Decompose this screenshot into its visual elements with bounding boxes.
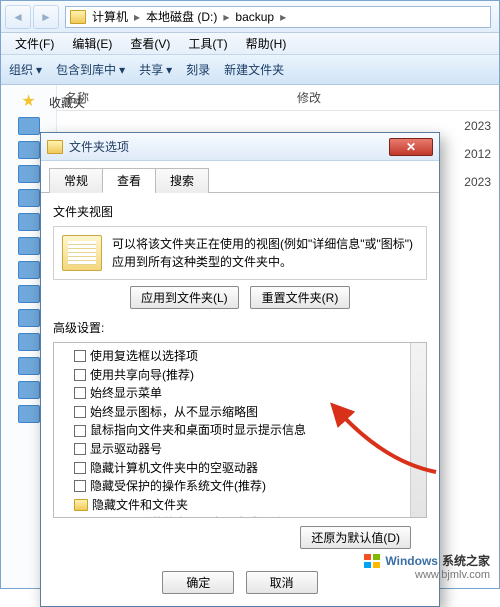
tabs: 常规 查看 搜索 (41, 161, 439, 193)
breadcrumb-sep-icon: ▸ (223, 10, 229, 24)
address-bar[interactable]: 计算机 ▸ 本地磁盘 (D:) ▸ backup ▸ (65, 6, 491, 28)
menu-file[interactable]: 文件(F) (7, 33, 62, 54)
setting-row[interactable]: 始终显示菜单 (60, 384, 424, 403)
watermark: Windows 系统之家 www.bjmlv.com (363, 552, 490, 581)
checkbox-icon (74, 350, 86, 362)
sidebar-icon[interactable] (18, 381, 40, 399)
row-date: 2023 (464, 119, 491, 147)
advanced-label: 高级设置: (53, 319, 427, 336)
toolbar-organize[interactable]: 组织 ▾ (9, 61, 42, 78)
column-date[interactable]: 修改 (297, 89, 499, 106)
tab-general[interactable]: 常规 (49, 168, 103, 193)
toolbar-newfolder[interactable]: 新建文件夹 (224, 61, 284, 78)
sidebar-icon[interactable] (18, 261, 40, 279)
breadcrumb-sep-icon: ▸ (134, 10, 140, 24)
sidebar-icon[interactable] (18, 285, 40, 303)
setting-row[interactable]: 使用共享向导(推荐) (60, 366, 424, 385)
breadcrumb-segment[interactable]: 本地磁盘 (D:) (146, 8, 217, 25)
setting-row[interactable]: 显示驱动器号 (60, 440, 424, 459)
column-headers: 名称 修改 (57, 85, 499, 111)
breadcrumb-sep-icon: ▸ (280, 10, 286, 24)
checkbox-icon (74, 480, 86, 492)
advanced-settings-box: 使用复选框以选择项使用共享向导(推荐)始终显示菜单始终显示图标，从不显示缩略图鼠… (53, 342, 427, 518)
folder-view-icon (62, 235, 102, 271)
setting-label: 始终显示菜单 (90, 384, 162, 403)
setting-row[interactable]: 鼠标指向文件夹和桌面项时显示提示信息 (60, 421, 424, 440)
checkbox-icon (74, 425, 86, 437)
checkbox-icon (74, 387, 86, 399)
breadcrumb-segment[interactable]: 计算机 (92, 8, 128, 25)
folder-icon (70, 10, 86, 24)
checkbox-icon (74, 462, 86, 474)
folder-view-label: 文件夹视图 (53, 203, 427, 220)
setting-label: 隐藏受保护的操作系统文件(推荐) (90, 477, 266, 496)
windows-logo-icon (363, 553, 381, 569)
sidebar-icon[interactable] (18, 213, 40, 231)
setting-label: 隐藏计算机文件夹中的空驱动器 (90, 459, 258, 478)
toolbar-include[interactable]: 包含到库中 ▾ (56, 61, 125, 78)
explorer-titlebar: ◄ ► 计算机 ▸ 本地磁盘 (D:) ▸ backup ▸ (1, 1, 499, 33)
sidebar-icon[interactable] (18, 165, 40, 183)
setting-label: 始终显示图标，从不显示缩略图 (90, 403, 258, 422)
sidebar-icon[interactable] (18, 405, 40, 423)
menu-view[interactable]: 查看(V) (122, 33, 178, 54)
menu-edit[interactable]: 编辑(E) (64, 33, 120, 54)
watermark-suffix: 系统之家 (442, 552, 490, 569)
sidebar-icon[interactable] (18, 309, 40, 327)
setting-label: 显示驱动器号 (90, 440, 162, 459)
close-button[interactable]: ✕ (389, 138, 433, 156)
setting-label: 使用复选框以选择项 (90, 347, 198, 366)
setting-row[interactable]: 不显示隐藏的文件、文件夹或驱动器 (60, 514, 424, 518)
dialog-title: 文件夹选项 (69, 138, 389, 155)
toolbar-burn[interactable]: 刻录 (186, 61, 210, 78)
watermark-url: www.bjmlv.com (363, 569, 490, 581)
setting-row[interactable]: 隐藏计算机文件夹中的空驱动器 (60, 459, 424, 478)
reset-folders-button[interactable]: 重置文件夹(R) (250, 286, 350, 309)
sidebar-icon[interactable] (18, 189, 40, 207)
sidebar-icon[interactable] (18, 237, 40, 255)
folder-view-text: 可以将该文件夹正在使用的视图(例如"详细信息"或"图标")应用到所有这种类型的文… (112, 235, 418, 271)
checkbox-icon (74, 369, 86, 381)
ok-button[interactable]: 确定 (162, 571, 234, 594)
scrollbar[interactable] (410, 343, 426, 517)
setting-row[interactable]: 隐藏文件和文件夹 (60, 496, 424, 515)
setting-row[interactable]: 始终显示图标，从不显示缩略图 (60, 403, 424, 422)
sidebar-icon[interactable] (18, 357, 40, 375)
toolbar-share[interactable]: 共享 ▾ (139, 61, 172, 78)
row-date: 2023 (464, 175, 491, 203)
breadcrumb-segment[interactable]: backup (235, 10, 274, 24)
cancel-button[interactable]: 取消 (246, 571, 318, 594)
menu-help[interactable]: 帮助(H) (238, 33, 295, 54)
tab-view[interactable]: 查看 (102, 168, 156, 193)
setting-row[interactable]: 隐藏受保护的操作系统文件(推荐) (60, 477, 424, 496)
setting-row[interactable]: 使用复选框以选择项 (60, 347, 424, 366)
nav-forward-button[interactable]: ► (33, 5, 59, 29)
toolbar: 组织 ▾ 包含到库中 ▾ 共享 ▾ 刻录 新建文件夹 (1, 55, 499, 85)
sidebar-icon[interactable] (18, 333, 40, 351)
sidebar-icon[interactable] (18, 141, 40, 159)
sidebar-icon[interactable] (18, 117, 40, 135)
setting-label: 隐藏文件和文件夹 (92, 496, 188, 515)
dialog-titlebar[interactable]: 文件夹选项 ✕ (41, 133, 439, 161)
checkbox-icon (74, 406, 86, 418)
column-name[interactable]: 名称 (57, 89, 297, 106)
row-date: 2012 (464, 147, 491, 175)
tab-search[interactable]: 搜索 (155, 168, 209, 193)
watermark-brand: Windows (385, 554, 438, 568)
restore-defaults-button[interactable]: 还原为默认值(D) (300, 526, 411, 549)
folder-options-dialog: 文件夹选项 ✕ 常规 查看 搜索 文件夹视图 可以将该文件夹正在使用的视图(例如… (40, 132, 440, 607)
apply-to-folders-button[interactable]: 应用到文件夹(L) (130, 286, 239, 309)
folder-icon (74, 499, 88, 511)
nav-back-button[interactable]: ◄ (5, 5, 31, 29)
menu-bar: 文件(F) 编辑(E) 查看(V) 工具(T) 帮助(H) (1, 33, 499, 55)
folder-icon (47, 140, 63, 154)
menu-tools[interactable]: 工具(T) (180, 33, 235, 54)
setting-label: 鼠标指向文件夹和桌面项时显示提示信息 (90, 421, 306, 440)
setting-label: 使用共享向导(推荐) (90, 366, 194, 385)
setting-label: 不显示隐藏的文件、文件夹或驱动器 (103, 514, 295, 518)
checkbox-icon (74, 443, 86, 455)
